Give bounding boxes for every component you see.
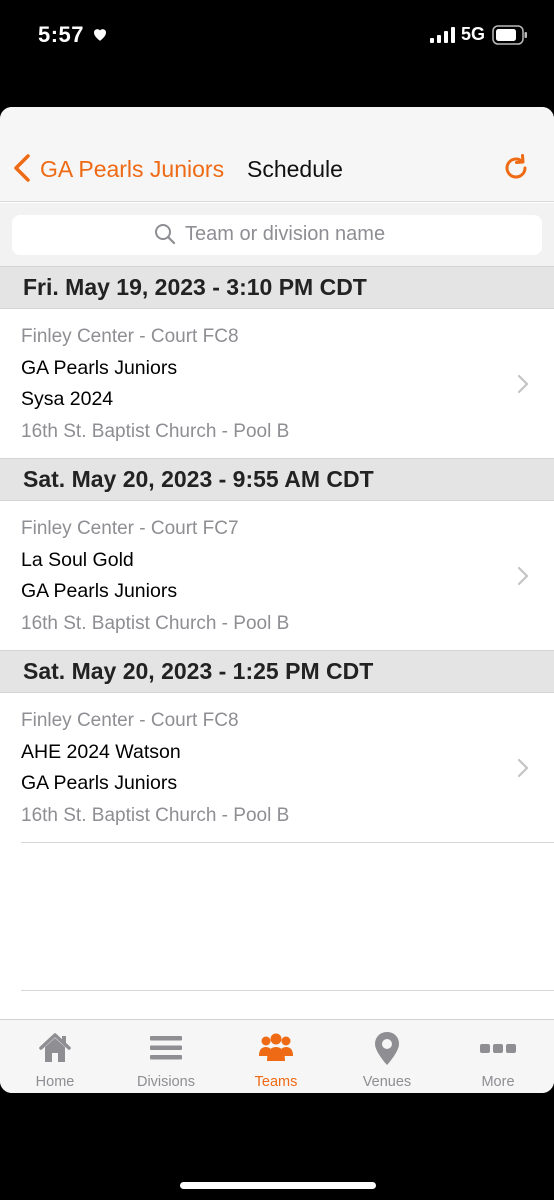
status-time: 5:57 [38,22,85,47]
date-section-header: Sat. May 20, 2023 - 9:55 AM CDT [0,458,554,501]
list-divider [21,990,554,991]
game-pool: 16th St. Baptist Church - Pool B [21,805,290,826]
tab-label: Home [35,1074,75,1090]
page-title: Schedule [247,156,343,182]
battery-icon [492,25,527,45]
list-icon [150,1036,182,1060]
game-datetime: Sat. May 20, 2023 - 1:25 PM CDT [23,658,374,684]
home-indicator [180,1182,376,1189]
search-icon [155,224,176,245]
game-team-2: Sysa 2024 [21,388,114,410]
game-row[interactable]: Finley Center - Court FC7 La Soul Gold G… [0,502,554,650]
game-venue: Finley Center - Court FC8 [21,710,239,731]
tab-bar: Home Divisions Teams Venues More [0,1019,554,1093]
game-team-1: AHE 2024 Watson [21,741,181,763]
game-team-1: GA Pearls Juniors [21,357,178,379]
game-venue: Finley Center - Court FC7 [21,518,239,539]
date-section-header: Fri. May 19, 2023 - 3:10 PM CDT [0,266,554,309]
tab-teams[interactable]: Teams [221,1020,331,1093]
game-team-1: La Soul Gold [21,549,134,571]
signal-icon [430,27,455,43]
game-row[interactable]: Finley Center - Court FC8 GA Pearls Juni… [0,310,554,458]
navigation-bar: GA Pearls Juniors Schedule [0,107,554,202]
tab-more[interactable]: More [443,1020,553,1093]
chevron-right-icon [517,758,529,778]
home-icon [39,1033,71,1062]
game-datetime: Sat. May 20, 2023 - 9:55 AM CDT [23,466,374,492]
tab-divisions[interactable]: Divisions [111,1020,221,1093]
search-placeholder: Team or division name [185,223,386,245]
tab-label: Divisions [136,1074,195,1090]
game-row[interactable]: Finley Center - Court FC8 AHE 2024 Watso… [0,694,554,842]
location-pin-icon [375,1032,399,1065]
tab-home[interactable]: Home [0,1020,110,1093]
heart-icon [94,29,106,41]
game-team-2: GA Pearls Juniors [21,580,178,602]
more-dots-icon [480,1044,516,1053]
game-datetime: Fri. May 19, 2023 - 3:10 PM CDT [23,274,367,300]
tab-venues[interactable]: Venues [332,1020,442,1093]
tab-label: Venues [362,1074,412,1090]
status-bar: 5:57 5G [0,0,554,70]
app-sheet: GA Pearls Juniors Schedule Team or divis… [0,107,554,1093]
chevron-right-icon [517,566,529,586]
chevron-right-icon [517,374,529,394]
network-type: 5G [461,24,486,44]
tab-label: More [481,1074,515,1090]
people-icon [259,1033,293,1061]
refresh-icon[interactable] [500,152,532,184]
game-pool: 16th St. Baptist Church - Pool B [21,613,290,634]
game-team-2: GA Pearls Juniors [21,772,178,794]
date-section-header: Sat. May 20, 2023 - 1:25 PM CDT [0,650,554,693]
list-divider [21,842,554,843]
game-venue: Finley Center - Court FC8 [21,326,239,347]
tab-label: Teams [254,1074,298,1090]
game-pool: 16th St. Baptist Church - Pool B [21,421,290,442]
back-button[interactable]: GA Pearls Juniors [40,156,224,183]
back-chevron-icon[interactable] [12,153,32,183]
